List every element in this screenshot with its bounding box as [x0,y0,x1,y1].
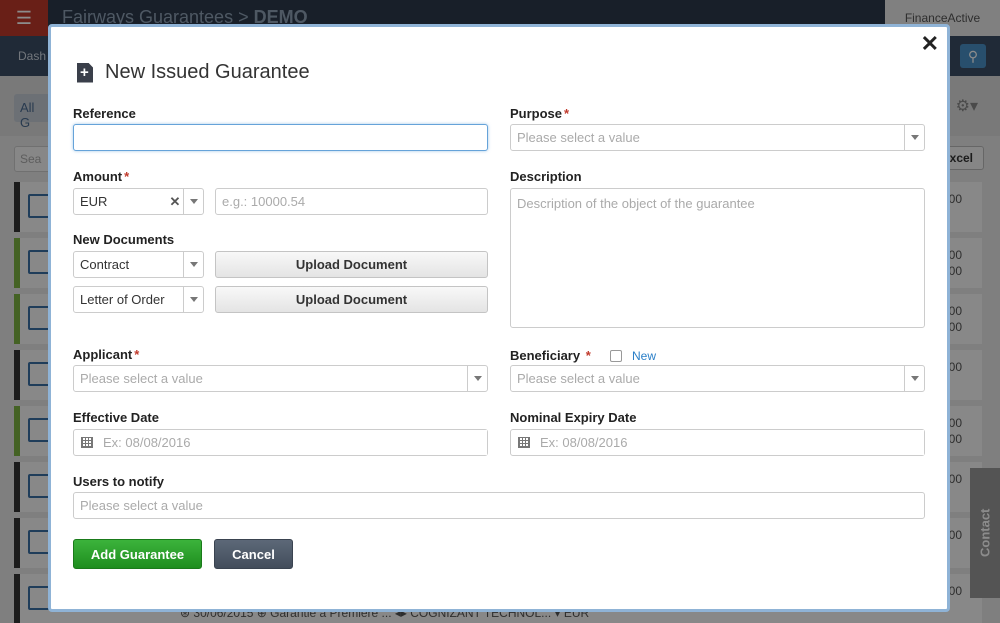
new-beneficiary-checkbox[interactable] [610,350,622,362]
description-label: Description [510,169,582,184]
effective-date-label: Effective Date [73,410,159,425]
upload-document-button[interactable]: Upload Document [215,251,488,278]
required-marker: * [564,106,570,121]
required-marker: * [134,347,140,362]
dialog-title-text: New Issued Guarantee [105,61,310,83]
users-to-notify-label: Users to notify [73,474,165,489]
description-textarea[interactable] [510,188,925,328]
calendar-icon[interactable] [74,430,100,455]
cancel-button[interactable]: Cancel [214,539,293,569]
purpose-label: Purpose * [510,106,570,121]
new-beneficiary-link[interactable]: New [632,349,656,363]
dialog-title: New Issued Guarantee [77,61,310,84]
nominal-expiry-date-input[interactable] [537,430,924,455]
document-type-select[interactable]: Contract [73,251,204,278]
effective-date-input[interactable] [100,430,487,455]
currency-value: EUR [80,194,108,209]
beneficiary-select[interactable]: Please select a value [510,365,925,392]
chevron-down-icon[interactable] [183,287,203,312]
applicant-select[interactable]: Please select a value [73,365,488,392]
upload-document-button[interactable]: Upload Document [215,286,488,313]
beneficiary-select-text: Please select a value [517,371,640,386]
amount-label: Amount * [73,169,130,184]
document-type-value: Letter of Order [80,292,165,307]
add-guarantee-button[interactable]: Add Guarantee [73,539,202,569]
currency-select[interactable]: EUR ✕ [73,188,204,215]
chevron-down-icon[interactable] [904,366,924,391]
purpose-select[interactable]: Please select a value [510,124,925,151]
document-type-select[interactable]: Letter of Order [73,286,204,313]
applicant-select-text: Please select a value [80,371,203,386]
calendar-icon[interactable] [511,430,537,455]
chevron-down-icon[interactable] [183,189,203,214]
effective-date-field[interactable] [73,429,488,456]
clear-icon[interactable]: ✕ [167,194,183,210]
chevron-down-icon[interactable] [183,252,203,277]
required-marker: * [585,348,591,363]
chevron-down-icon[interactable] [904,125,924,150]
new-documents-label: New Documents [73,232,175,247]
amount-input[interactable] [215,188,488,215]
beneficiary-label: Beneficiary * [510,348,591,363]
required-marker: * [124,169,130,184]
new-guarantee-dialog: ✕ New Issued Guarantee Reference Purpose… [48,24,950,612]
nominal-expiry-date-field[interactable] [510,429,925,456]
purpose-select-text: Please select a value [517,130,640,145]
reference-input[interactable] [73,124,488,151]
reference-label: Reference [73,106,136,121]
users-to-notify-input[interactable] [73,492,925,519]
document-type-value: Contract [80,257,130,272]
nominal-expiry-date-label: Nominal Expiry Date [510,410,637,425]
chevron-down-icon[interactable] [467,366,487,391]
new-document-icon [77,62,93,83]
applicant-label: Applicant * [73,347,140,362]
close-icon[interactable]: ✕ [921,33,939,55]
